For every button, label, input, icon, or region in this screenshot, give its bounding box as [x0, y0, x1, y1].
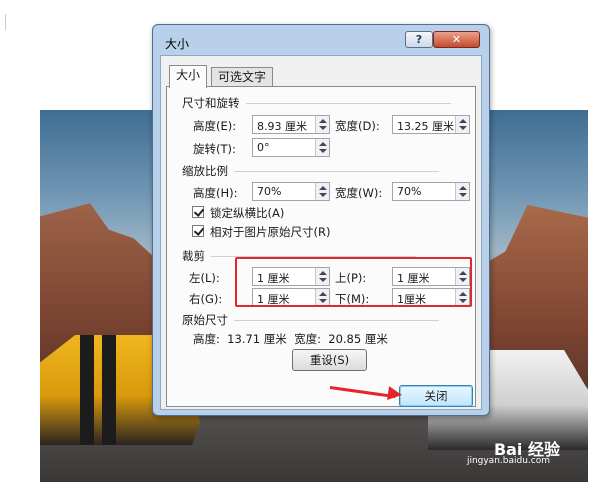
document-margin-mark	[0, 14, 6, 30]
scale-height-spinner[interactable]: 70%	[252, 182, 330, 201]
tab-panel-size: 尺寸和旋转 高度(E): 8.93 厘米 宽度(D): 13.25 厘米 旋转(…	[166, 86, 476, 407]
spin-up-icon[interactable]	[459, 119, 467, 123]
scale-height-value: 70%	[257, 185, 282, 198]
annotation-arrow-head	[387, 386, 403, 402]
tab-size[interactable]: 大小	[169, 65, 208, 88]
watermark-url: jingyan.baidu.com	[466, 456, 550, 466]
tab-alt-text[interactable]: 可选文字	[211, 67, 274, 87]
reset-button[interactable]: 重设(S)	[292, 349, 367, 371]
rotate-spinner[interactable]: 0°	[252, 138, 330, 157]
dialog-title: 大小	[165, 37, 190, 51]
scale-width-label: 宽度(W):	[335, 186, 383, 200]
rotate-label: 旋转(T):	[193, 142, 236, 156]
spin-down-icon[interactable]	[319, 193, 327, 197]
relative-original-checkbox[interactable]	[192, 225, 204, 237]
dialog-client: 大小 可选文字 尺寸和旋转 高度(E): 8.93 厘米 宽度(D): 13.2…	[160, 55, 482, 410]
spin-down-icon[interactable]	[319, 126, 327, 130]
spin-up-icon[interactable]	[319, 142, 327, 146]
height-label: 高度(E):	[193, 119, 237, 133]
scale-width-spinner[interactable]: 70%	[392, 182, 470, 201]
section-original-size: 原始尺寸	[182, 313, 439, 327]
section-crop: 裁剪	[182, 249, 416, 263]
original-size-text: 高度: 13.71 厘米 宽度: 20.85 厘米	[193, 332, 388, 346]
crop-right-label: 右(G):	[189, 292, 223, 306]
width-spinner[interactable]: 13.25 厘米	[392, 115, 470, 134]
width-value: 13.25 厘米	[397, 120, 454, 133]
help-button[interactable]: ?	[405, 31, 433, 48]
spin-down-icon[interactable]	[319, 149, 327, 153]
relative-original-label: 相对于图片原始尺寸(R)	[210, 225, 331, 239]
crop-highlight-box	[235, 257, 472, 307]
scale-height-label: 高度(H):	[193, 186, 238, 200]
size-dialog: 大小 ? ✕ 大小 可选文字 尺寸和旋转 高度(E): 8.93 厘米 宽度(D…	[152, 24, 490, 416]
rotate-value: 0°	[257, 141, 270, 154]
spin-down-icon[interactable]	[459, 193, 467, 197]
spin-down-icon[interactable]	[459, 126, 467, 130]
baidu-watermark: Bai 经验 jingyan.baidu.com	[467, 436, 560, 466]
spin-up-icon[interactable]	[319, 186, 327, 190]
spin-up-icon[interactable]	[319, 119, 327, 123]
car-stripe	[102, 335, 116, 445]
scale-width-value: 70%	[397, 185, 422, 198]
height-spinner[interactable]: 8.93 厘米	[252, 115, 330, 134]
height-value: 8.93 厘米	[257, 120, 307, 133]
close-icon[interactable]: ✕	[433, 31, 480, 48]
crop-left-label: 左(L):	[189, 271, 220, 285]
lock-aspect-label: 锁定纵横比(A)	[210, 206, 285, 220]
dialog-titlebar[interactable]: 大小 ? ✕	[153, 25, 489, 55]
close-button[interactable]: 关闭	[399, 385, 473, 407]
section-scale: 缩放比例	[182, 164, 439, 178]
car-stripe	[80, 335, 94, 445]
width-label: 宽度(D):	[335, 119, 380, 133]
section-size-rotate: 尺寸和旋转	[182, 96, 449, 110]
spin-up-icon[interactable]	[459, 186, 467, 190]
lock-aspect-checkbox[interactable]	[192, 206, 204, 218]
